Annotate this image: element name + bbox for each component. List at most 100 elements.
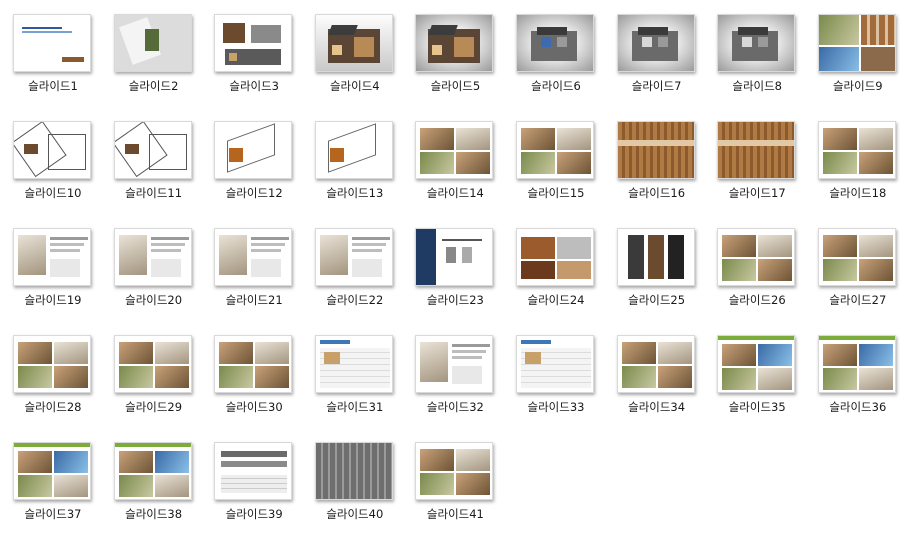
- slide-label: 슬라이드41: [426, 507, 484, 521]
- slide-thumbnail-item[interactable]: 슬라이드29: [106, 335, 206, 435]
- slide-label: 슬라이드30: [225, 400, 283, 414]
- slide-thumbnail-item[interactable]: 슬라이드7: [609, 14, 709, 114]
- slide-thumbnail-item[interactable]: 슬라이드22: [307, 228, 407, 328]
- slide-preview-image: [13, 228, 91, 286]
- slide-thumbnail-item[interactable]: 슬라이드5: [407, 14, 507, 114]
- slide-thumbnail-item[interactable]: 슬라이드12: [206, 121, 306, 221]
- slide-preview-image: [817, 335, 896, 393]
- slide-label: 슬라이드39: [225, 507, 283, 521]
- slide-preview-image: [113, 335, 192, 393]
- slide-preview-image: [817, 121, 896, 179]
- slide-preview-image: [314, 442, 393, 500]
- slide-thumbnail-item[interactable]: 슬라이드31: [307, 335, 407, 435]
- slide-label: 슬라이드7: [631, 79, 682, 93]
- slide-label: 슬라이드18: [829, 186, 887, 200]
- slide-preview-image: [516, 228, 594, 286]
- slide-thumbnail-item[interactable]: 슬라이드36: [810, 335, 900, 435]
- slide-thumbnail-item[interactable]: 슬라이드28: [5, 335, 105, 435]
- slide-preview-image: [113, 14, 192, 72]
- slide-thumbnail-item[interactable]: 슬라이드19: [5, 228, 105, 328]
- slide-thumbnail-item[interactable]: 슬라이드41: [407, 442, 507, 542]
- slide-thumbnail-item[interactable]: 슬라이드13: [307, 121, 407, 221]
- slide-preview-image: [214, 121, 293, 179]
- slide-preview-image: [616, 228, 695, 286]
- slide-label: 슬라이드21: [225, 293, 283, 307]
- slide-thumbnail-item[interactable]: 슬라이드11: [106, 121, 206, 221]
- slide-label: 슬라이드19: [24, 293, 82, 307]
- slide-preview-image: [113, 121, 192, 179]
- slide-thumbnail-item[interactable]: 슬라이드33: [508, 335, 608, 435]
- slide-thumbnail-item[interactable]: 슬라이드4: [307, 14, 407, 114]
- slide-label: 슬라이드5: [430, 79, 481, 93]
- slide-preview-image: [415, 121, 494, 179]
- slide-thumbnail-item[interactable]: 슬라이드32: [407, 335, 507, 435]
- slide-label: 슬라이드3: [229, 79, 279, 93]
- slide-preview-image: [415, 442, 494, 500]
- slide-thumbnail-item[interactable]: 슬라이드21: [206, 228, 306, 328]
- slide-preview-image: [314, 121, 393, 179]
- slide-label: 슬라이드6: [531, 79, 581, 93]
- slide-preview-image: [214, 335, 293, 393]
- slide-thumbnail-item[interactable]: 슬라이드9: [810, 14, 900, 114]
- slide-preview-image: [516, 121, 594, 179]
- slide-preview-image: [516, 14, 594, 72]
- slide-thumbnail-item[interactable]: 슬라이드27: [810, 228, 900, 328]
- slide-label: 슬라이드23: [426, 293, 484, 307]
- slide-label: 슬라이드29: [125, 400, 183, 414]
- slide-thumbnail-item[interactable]: 슬라이드10: [5, 121, 105, 221]
- slide-preview-image: [717, 228, 796, 286]
- slide-thumbnail-item[interactable]: 슬라이드14: [407, 121, 507, 221]
- slide-preview-image: [314, 228, 393, 286]
- slide-thumbnail-item[interactable]: 슬라이드15: [508, 121, 608, 221]
- slide-thumbnail-item[interactable]: 슬라이드37: [5, 442, 105, 542]
- slide-label: 슬라이드27: [829, 293, 887, 307]
- slide-thumbnail-item[interactable]: 슬라이드3: [206, 14, 306, 114]
- slide-thumbnail-item[interactable]: 슬라이드26: [709, 228, 809, 328]
- slide-label: 슬라이드36: [829, 400, 887, 414]
- slide-thumbnail-item[interactable]: 슬라이드23: [407, 228, 507, 328]
- slide-label: 슬라이드31: [326, 400, 384, 414]
- slide-thumbnail-item[interactable]: 슬라이드2: [106, 14, 206, 114]
- slide-preview-image: [516, 335, 594, 393]
- slide-label: 슬라이드34: [628, 400, 686, 414]
- slide-label: 슬라이드33: [527, 400, 585, 414]
- slide-thumbnail-item[interactable]: 슬라이드34: [609, 335, 709, 435]
- slide-thumbnail-item[interactable]: 슬라이드1: [5, 14, 105, 114]
- slide-thumbnail-item[interactable]: 슬라이드40: [307, 442, 407, 542]
- slide-label: 슬라이드13: [326, 186, 384, 200]
- slide-label: 슬라이드22: [326, 293, 384, 307]
- slide-preview-image: [717, 335, 796, 393]
- slide-preview-image: [314, 14, 393, 72]
- slide-thumbnail-item[interactable]: 슬라이드18: [810, 121, 900, 221]
- slide-thumbnail-item[interactable]: 슬라이드16: [609, 121, 709, 221]
- slide-thumbnail-item[interactable]: 슬라이드20: [106, 228, 206, 328]
- slide-thumbnail-item[interactable]: 슬라이드35: [709, 335, 809, 435]
- slide-preview-image: [13, 335, 91, 393]
- slide-thumbnail-item[interactable]: 슬라이드17: [709, 121, 809, 221]
- slide-label: 슬라이드26: [728, 293, 786, 307]
- slide-label: 슬라이드2: [128, 79, 179, 93]
- slide-label: 슬라이드35: [728, 400, 786, 414]
- slide-thumbnail-item[interactable]: 슬라이드25: [609, 228, 709, 328]
- slide-thumbnail-item[interactable]: 슬라이드38: [106, 442, 206, 542]
- slide-preview-image: [616, 14, 695, 72]
- slide-label: 슬라이드14: [426, 186, 484, 200]
- slide-preview-image: [817, 228, 896, 286]
- slide-thumbnail-item[interactable]: 슬라이드6: [508, 14, 608, 114]
- slide-preview-image: [415, 335, 494, 393]
- slide-thumbnail-item[interactable]: 슬라이드24: [508, 228, 608, 328]
- slide-preview-image: [13, 121, 91, 179]
- slide-label: 슬라이드17: [728, 186, 786, 200]
- slide-thumbnail-item[interactable]: 슬라이드39: [206, 442, 306, 542]
- slide-label: 슬라이드1: [28, 79, 78, 93]
- slide-label: 슬라이드16: [628, 186, 686, 200]
- slide-thumbnail-item[interactable]: 슬라이드30: [206, 335, 306, 435]
- slide-label: 슬라이드12: [225, 186, 283, 200]
- slide-label: 슬라이드28: [24, 400, 82, 414]
- slide-label: 슬라이드40: [326, 507, 384, 521]
- slide-preview-image: [214, 442, 293, 500]
- slide-preview-image: [616, 335, 695, 393]
- slide-preview-image: [415, 228, 494, 286]
- slide-thumbnail-item[interactable]: 슬라이드8: [709, 14, 809, 114]
- slide-label: 슬라이드10: [24, 186, 82, 200]
